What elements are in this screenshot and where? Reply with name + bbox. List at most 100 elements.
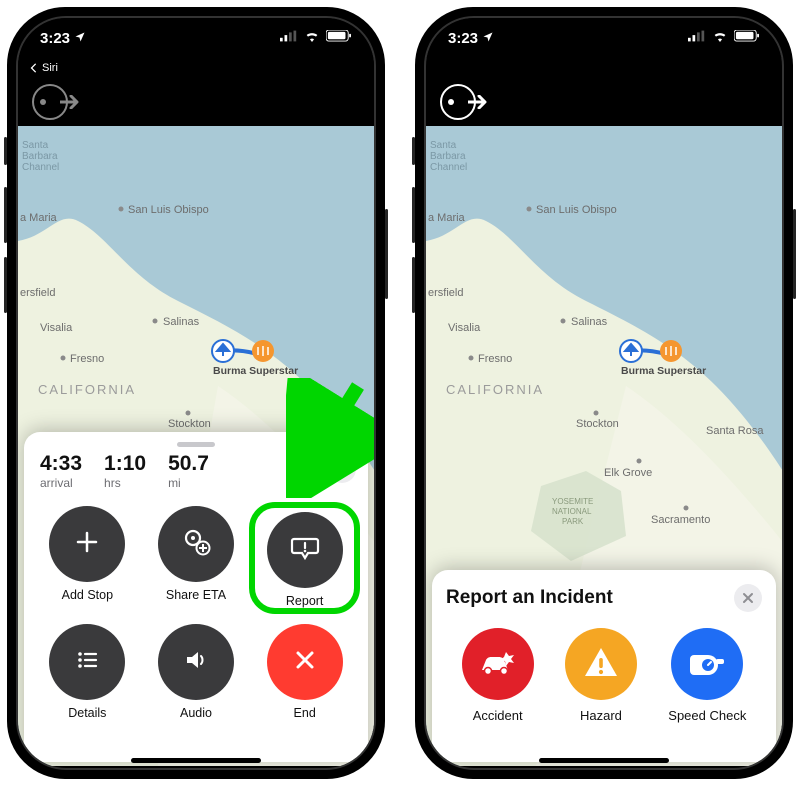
- svg-text:Burma Superstar: Burma Superstar: [213, 365, 298, 377]
- svg-text:Stockton: Stockton: [168, 418, 211, 430]
- phone-right: 3:23: [415, 7, 793, 779]
- svg-text:PARK: PARK: [562, 517, 584, 526]
- signal-icon: [688, 29, 706, 47]
- panel-title: Report an Incident: [446, 587, 613, 609]
- phone-side-button: [793, 209, 796, 299]
- share-eta-label: Share ETA: [166, 588, 226, 602]
- svg-text:Fresno: Fresno: [478, 353, 512, 365]
- exit-roundabout-icon: [32, 84, 68, 120]
- plus-icon: [72, 527, 102, 562]
- svg-text:YOSEMITE: YOSEMITE: [552, 497, 593, 506]
- phone-left: 3:23 Siri: [7, 7, 385, 779]
- svg-text:Sacramento: Sacramento: [651, 514, 710, 526]
- svg-text:Santa Rosa: Santa Rosa: [706, 425, 764, 437]
- screen: 3:23: [424, 16, 784, 770]
- accident-label: Accident: [473, 708, 523, 723]
- share-eta-button[interactable]: Share ETA: [145, 506, 248, 614]
- status-time: 3:23: [40, 30, 70, 47]
- phone-side-button: [412, 257, 415, 313]
- distance-label: mi: [168, 476, 209, 490]
- siri-back-row[interactable]: Siri: [18, 58, 374, 78]
- speed-check-label: Speed Check: [668, 708, 746, 723]
- end-button[interactable]: End: [253, 624, 356, 720]
- drawer-grabber[interactable]: [177, 442, 215, 447]
- arrival-label: arrival: [40, 476, 82, 490]
- svg-text:Fresno: Fresno: [70, 353, 104, 365]
- svg-text:Visalia: Visalia: [40, 322, 73, 334]
- map-label: Santa: [22, 140, 49, 151]
- phone-side-button: [4, 257, 7, 313]
- svg-text:ersfield: ersfield: [20, 287, 55, 299]
- signal-icon: [280, 29, 298, 47]
- battery-icon: [326, 29, 352, 47]
- phone-side-button: [385, 209, 388, 299]
- svg-text:Visalia: Visalia: [448, 322, 481, 334]
- battery-icon: [734, 29, 760, 47]
- status-time: 3:23: [448, 30, 478, 47]
- home-indicator[interactable]: [131, 758, 261, 763]
- hazard-label: Hazard: [580, 708, 622, 723]
- svg-text:Stockton: Stockton: [576, 418, 619, 430]
- speed-check-button[interactable]: Speed Check: [668, 628, 746, 723]
- close-panel-button[interactable]: [734, 584, 762, 612]
- svg-text:Barbara: Barbara: [430, 151, 466, 162]
- svg-text:San Luis Obispo: San Luis Obispo: [536, 204, 617, 216]
- screen: 3:23 Siri: [16, 16, 376, 770]
- svg-text:CALIFORNIA: CALIFORNIA: [446, 382, 544, 397]
- svg-text:a Maria: a Maria: [428, 212, 466, 224]
- arrival-time: 4:33: [40, 453, 82, 474]
- hazard-icon: [581, 642, 621, 687]
- location-icon: [74, 30, 86, 47]
- svg-text:Salinas: Salinas: [163, 316, 200, 328]
- svg-text:Burma Superstar: Burma Superstar: [621, 365, 706, 377]
- distance-value: 50.7: [168, 453, 209, 474]
- home-indicator[interactable]: [539, 758, 669, 763]
- route-stats: 4:33 arrival 1:10 hrs 50.7 mi: [36, 453, 356, 500]
- svg-text:CALIFORNIA: CALIFORNIA: [38, 382, 136, 397]
- end-label: End: [294, 706, 316, 720]
- svg-text:Salinas: Salinas: [571, 316, 608, 328]
- audio-button[interactable]: Audio: [145, 624, 248, 720]
- speed-check-icon: [686, 641, 728, 688]
- navigation-bar: [18, 78, 374, 126]
- wifi-icon: [304, 29, 320, 47]
- svg-text:Elk Grove: Elk Grove: [604, 467, 652, 479]
- report-label: Report: [286, 594, 324, 608]
- report-incident-panel: Report an Incident Accident: [432, 570, 776, 762]
- phone-side-button: [4, 187, 7, 243]
- siri-back-label: Siri: [42, 62, 58, 74]
- collapse-drawer-button[interactable]: [328, 455, 356, 483]
- add-stop-button[interactable]: Add Stop: [36, 506, 139, 614]
- svg-text:NATIONAL: NATIONAL: [552, 507, 592, 516]
- svg-text:San Luis Obispo: San Luis Obispo: [128, 204, 209, 216]
- close-icon: [291, 646, 319, 679]
- speaker-icon: [181, 645, 211, 680]
- route-drawer: 4:33 arrival 1:10 hrs 50.7 mi: [24, 432, 368, 762]
- hazard-button[interactable]: Hazard: [565, 628, 637, 723]
- location-icon: [482, 30, 494, 47]
- report-button[interactable]: Report: [259, 512, 350, 608]
- notch: [111, 18, 281, 46]
- phone-side-button: [4, 137, 7, 165]
- notch: [519, 18, 689, 46]
- accident-icon: [476, 640, 520, 689]
- wifi-icon: [712, 29, 728, 47]
- details-label: Details: [68, 706, 106, 720]
- phone-side-button: [412, 137, 415, 165]
- report-icon: [288, 531, 322, 570]
- svg-text:a Maria: a Maria: [20, 212, 58, 224]
- share-eta-icon: [179, 525, 213, 564]
- duration-value: 1:10: [104, 453, 146, 474]
- navigation-bar: [426, 78, 782, 126]
- details-button[interactable]: Details: [36, 624, 139, 720]
- accident-button[interactable]: Accident: [462, 628, 534, 723]
- exit-roundabout-icon: [440, 84, 476, 120]
- add-stop-label: Add Stop: [62, 588, 113, 602]
- svg-text:ersfield: ersfield: [428, 287, 463, 299]
- duration-label: hrs: [104, 476, 146, 490]
- svg-text:Santa: Santa: [430, 140, 457, 151]
- svg-text:Channel: Channel: [22, 162, 59, 173]
- svg-text:Barbara: Barbara: [22, 151, 58, 162]
- list-icon: [72, 645, 102, 680]
- svg-text:Channel: Channel: [430, 162, 467, 173]
